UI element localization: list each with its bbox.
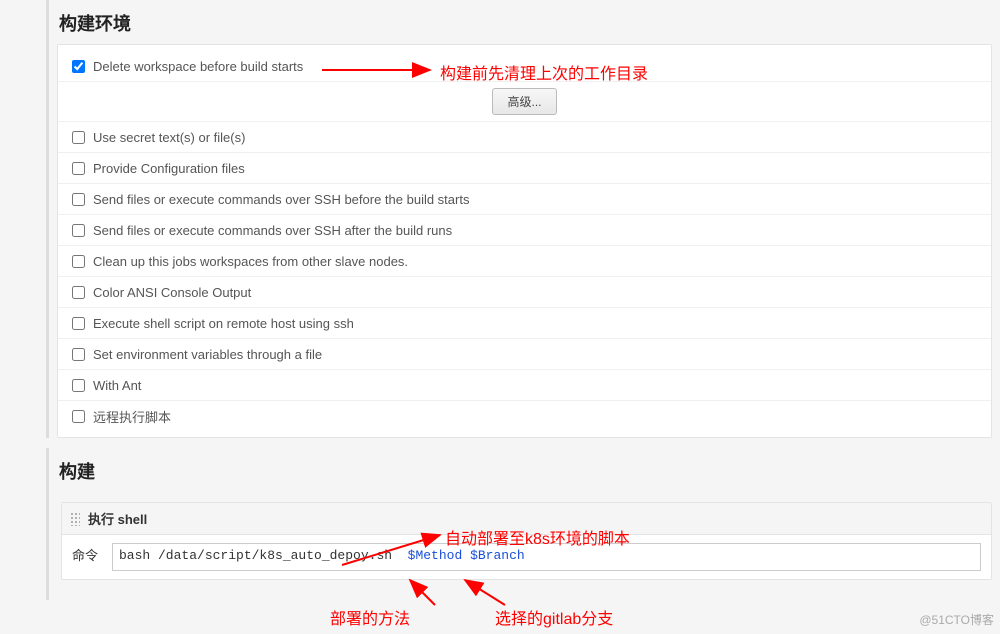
command-label: 命令 bbox=[72, 543, 112, 571]
delete-workspace-row[interactable]: Delete workspace before build starts bbox=[58, 51, 991, 82]
remote-exec-checkbox[interactable] bbox=[72, 410, 85, 423]
build-title: 构建 bbox=[49, 454, 1000, 492]
with-ant-row[interactable]: With Ant bbox=[58, 370, 991, 401]
annotation-deploy-method: 部署的方法 bbox=[330, 605, 410, 629]
cleanup-label: Clean up this jobs workspaces from other… bbox=[93, 254, 408, 269]
command-sep bbox=[462, 548, 470, 563]
color-ansi-label: Color ANSI Console Output bbox=[93, 285, 251, 300]
color-ansi-checkbox[interactable] bbox=[72, 286, 85, 299]
cleanup-checkbox[interactable] bbox=[72, 255, 85, 268]
exec-shell-ssh-checkbox[interactable] bbox=[72, 317, 85, 330]
build-env-title: 构建环境 bbox=[49, 6, 1000, 44]
drag-handle-icon[interactable] bbox=[70, 512, 80, 526]
advanced-row: 高级... bbox=[58, 82, 991, 122]
ssh-after-checkbox[interactable] bbox=[72, 224, 85, 237]
provide-config-label: Provide Configuration files bbox=[93, 161, 245, 176]
build-section: 构建 执行 shell 命令 bash /data/script/k8s_aut… bbox=[46, 448, 1000, 600]
execute-shell-block: 执行 shell 命令 bash /data/script/k8s_auto_d… bbox=[61, 502, 992, 580]
command-input[interactable]: bash /data/script/k8s_auto_depoy.sh $Met… bbox=[112, 543, 981, 571]
watermark: @51CTO博客 bbox=[919, 611, 994, 628]
remote-exec-label: 远程执行脚本 bbox=[93, 407, 171, 426]
with-ant-checkbox[interactable] bbox=[72, 379, 85, 392]
use-secret-row[interactable]: Use secret text(s) or file(s) bbox=[58, 122, 991, 153]
build-env-box: Delete workspace before build starts 高级.… bbox=[57, 44, 992, 438]
exec-shell-ssh-label: Execute shell script on remote host usin… bbox=[93, 316, 354, 331]
ssh-before-row[interactable]: Send files or execute commands over SSH … bbox=[58, 184, 991, 215]
set-env-file-checkbox[interactable] bbox=[72, 348, 85, 361]
execute-shell-header[interactable]: 执行 shell bbox=[62, 503, 991, 535]
advanced-button[interactable]: 高级... bbox=[492, 88, 556, 115]
provide-config-row[interactable]: Provide Configuration files bbox=[58, 153, 991, 184]
with-ant-label: With Ant bbox=[93, 378, 141, 393]
command-var-branch: $Branch bbox=[470, 548, 525, 563]
ssh-before-checkbox[interactable] bbox=[72, 193, 85, 206]
page-root: 构建环境 Delete workspace before build start… bbox=[0, 0, 1000, 600]
ssh-after-row[interactable]: Send files or execute commands over SSH … bbox=[58, 215, 991, 246]
use-secret-checkbox[interactable] bbox=[72, 131, 85, 144]
color-ansi-row[interactable]: Color ANSI Console Output bbox=[58, 277, 991, 308]
provide-config-checkbox[interactable] bbox=[72, 162, 85, 175]
annotation-gitlab-branch: 选择的gitlab分支 bbox=[495, 605, 613, 629]
remote-exec-row[interactable]: 远程执行脚本 bbox=[58, 401, 991, 431]
ssh-before-label: Send files or execute commands over SSH … bbox=[93, 192, 469, 207]
exec-shell-ssh-row[interactable]: Execute shell script on remote host usin… bbox=[58, 308, 991, 339]
command-text-plain: bash /data/script/k8s_auto_depoy.sh bbox=[119, 548, 408, 563]
delete-workspace-label: Delete workspace before build starts bbox=[93, 59, 303, 74]
set-env-file-row[interactable]: Set environment variables through a file bbox=[58, 339, 991, 370]
build-env-section: 构建环境 Delete workspace before build start… bbox=[46, 0, 1000, 438]
set-env-file-label: Set environment variables through a file bbox=[93, 347, 322, 362]
ssh-after-label: Send files or execute commands over SSH … bbox=[93, 223, 452, 238]
cleanup-row[interactable]: Clean up this jobs workspaces from other… bbox=[58, 246, 991, 277]
execute-shell-body: 命令 bash /data/script/k8s_auto_depoy.sh $… bbox=[62, 535, 991, 579]
command-var-method: $Method bbox=[408, 548, 463, 563]
delete-workspace-checkbox[interactable] bbox=[72, 60, 85, 73]
execute-shell-title: 执行 shell bbox=[88, 509, 147, 528]
use-secret-label: Use secret text(s) or file(s) bbox=[93, 130, 245, 145]
